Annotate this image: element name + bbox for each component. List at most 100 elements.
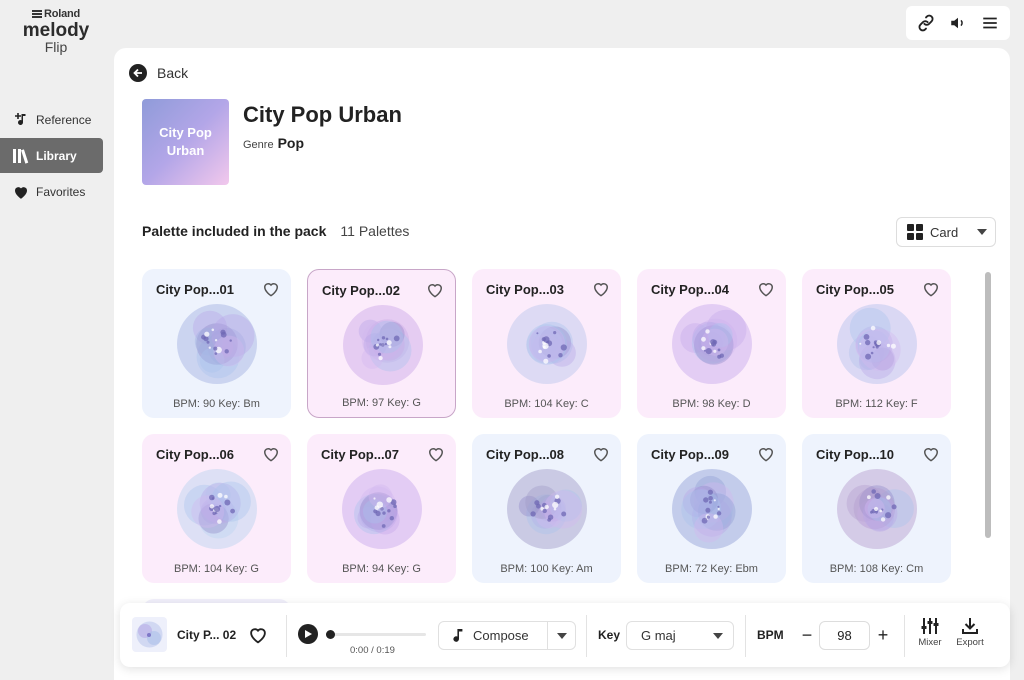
play-icon (305, 630, 312, 638)
mode-dropdown[interactable] (547, 622, 575, 649)
progress-knob[interactable] (326, 630, 335, 639)
section-title: Palette included in the pack (142, 223, 327, 239)
heart-outline-icon (250, 628, 266, 644)
scrollbar-thumb[interactable] (985, 272, 991, 538)
palette-card[interactable]: City Pop...01 BPM: 90 Key: Bm (142, 269, 291, 418)
heart-outline-icon[interactable] (756, 279, 776, 299)
palette-artwork (507, 469, 587, 549)
palette-artwork (837, 304, 917, 384)
heart-outline-icon[interactable] (921, 444, 941, 464)
page-title: City Pop Urban (243, 102, 402, 127)
top-toolbar (906, 6, 1010, 40)
music-note-icon (453, 628, 463, 642)
mode-value: Compose (473, 628, 529, 643)
palette-card[interactable]: City Pop...08 BPM: 100 Key: Am (472, 434, 621, 583)
sidebar-nav: Reference Library Favorites (0, 102, 103, 210)
key-select[interactable]: G maj (626, 621, 734, 650)
brand-logo: Roland melody Flip (10, 8, 102, 66)
palette-grid: City Pop...01 BPM: 90 Key: Bm City Pop...0… (142, 269, 954, 583)
heart-outline-icon[interactable] (261, 279, 281, 299)
palette-meta: BPM: 112 Key: F (835, 398, 918, 410)
favorite-toggle[interactable] (247, 624, 269, 646)
pack-genre: Genre Pop (243, 135, 304, 151)
library-books-icon (13, 148, 29, 164)
caret-down-icon (556, 632, 567, 639)
bpm-label: BPM (757, 628, 784, 642)
play-button[interactable] (298, 624, 318, 644)
divider (904, 615, 905, 657)
heart-outline-icon[interactable] (261, 444, 281, 464)
heart-outline-icon[interactable] (591, 279, 611, 299)
sidebar-item-label: Favorites (36, 184, 86, 199)
palette-meta: BPM: 72 Key: Ebm (665, 563, 758, 575)
palette-name: City Pop...10 (816, 447, 895, 462)
scrollbar[interactable] (982, 268, 994, 598)
palette-meta: BPM: 94 Key: G (342, 563, 421, 575)
menu-icon[interactable] (978, 11, 1002, 35)
mixer-label: Mixer (918, 637, 942, 648)
divider (286, 615, 287, 657)
palette-name: City Pop...03 (486, 282, 565, 297)
sidebar-item-library[interactable]: Library (0, 138, 103, 173)
palette-section-header: Palette included in the pack 11 Palettes (142, 223, 409, 239)
palette-name: City Pop...05 (816, 282, 895, 297)
heart-outline-icon[interactable] (426, 444, 446, 464)
view-mode-value: Card (930, 224, 959, 240)
back-button[interactable]: Back (129, 64, 188, 82)
heart-outline-icon[interactable] (425, 280, 445, 300)
palette-card[interactable]: City Pop...10 BPM: 108 Key: Cm (802, 434, 951, 583)
palette-card[interactable]: City Pop...06 BPM: 104 Key: G (142, 434, 291, 583)
mixer-button[interactable]: Mixer (913, 617, 947, 648)
bpm-decrease-button[interactable]: − (800, 625, 814, 645)
grid-icon (907, 224, 923, 240)
heart-outline-icon[interactable] (756, 444, 776, 464)
palette-name: City Pop...08 (486, 447, 565, 462)
compose-button[interactable]: Compose (439, 622, 547, 649)
export-button[interactable]: Export (953, 617, 987, 648)
mode-select: Compose (438, 621, 576, 650)
divider (745, 615, 746, 657)
palette-artwork (343, 305, 423, 385)
palette-name: City Pop...06 (156, 447, 235, 462)
palette-name: City Pop...09 (651, 447, 730, 462)
palette-name: City Pop...04 (651, 282, 730, 297)
caret-down-icon (713, 632, 723, 639)
track-thumbnail (132, 617, 167, 652)
main-panel: Back City Pop Urban City Pop Urban Genre… (114, 48, 1010, 680)
back-label: Back (157, 65, 189, 81)
sliders-icon (921, 618, 939, 634)
palette-card[interactable]: City Pop...07 BPM: 94 Key: G (307, 434, 456, 583)
speaker-icon[interactable] (946, 11, 970, 35)
sidebar-item-reference[interactable]: Reference (0, 102, 103, 137)
bpm-increase-button[interactable]: + (876, 625, 890, 645)
link-icon[interactable] (914, 11, 938, 35)
bpm-input[interactable]: 98 (819, 621, 870, 650)
download-icon (962, 618, 978, 634)
palette-name: City Pop...02 (322, 283, 401, 298)
palette-artwork (507, 304, 587, 384)
palette-meta: BPM: 97 Key: G (342, 397, 421, 409)
roland-wordmark: Roland (10, 8, 102, 20)
palette-card[interactable]: City Pop...04 BPM: 98 Key: D (637, 269, 786, 418)
sidebar-item-favorites[interactable]: Favorites (0, 174, 103, 209)
player-bar: City P... 02 0:00 / 0:19 Compose Key G m… (120, 603, 1010, 667)
genre-value: Pop (277, 135, 305, 151)
sidebar-item-label: Reference (36, 112, 92, 127)
palette-artwork (672, 469, 752, 549)
heart-outline-icon[interactable] (921, 279, 941, 299)
palette-meta: BPM: 104 Key: G (174, 563, 259, 575)
progress-bar[interactable] (326, 633, 426, 636)
export-label: Export (956, 637, 984, 648)
divider (586, 615, 587, 657)
palette-card[interactable]: City Pop...05 BPM: 112 Key: F (802, 269, 951, 418)
caret-down-icon (977, 229, 987, 235)
product-name: melody (22, 20, 90, 41)
heart-outline-icon[interactable] (591, 444, 611, 464)
palette-card[interactable]: City Pop...09 BPM: 72 Key: Ebm (637, 434, 786, 583)
view-mode-select[interactable]: Card (896, 217, 996, 247)
palette-card[interactable]: City Pop...03 BPM: 104 Key: C (472, 269, 621, 418)
sidebar-item-label: Library (36, 148, 77, 163)
arrow-left-icon (129, 64, 147, 82)
palette-card[interactable]: City Pop...02 BPM: 97 Key: G (307, 269, 456, 418)
palette-meta: BPM: 90 Key: Bm (173, 398, 260, 410)
